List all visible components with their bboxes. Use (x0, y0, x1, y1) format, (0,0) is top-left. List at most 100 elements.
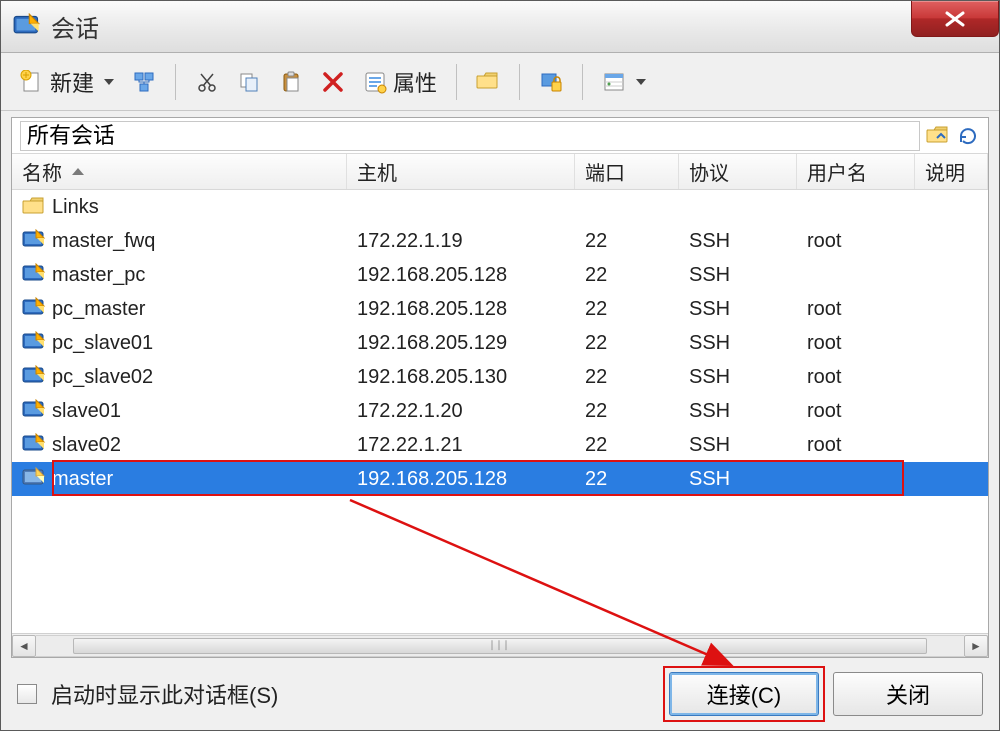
dropdown-icon (104, 79, 114, 85)
separator (456, 64, 457, 100)
list-view-icon (602, 70, 626, 94)
session-name: master (52, 468, 113, 491)
session-row[interactable]: pc_slave02 192.168.205.130 22 SSH root (12, 360, 988, 394)
separator (582, 64, 583, 100)
sessions-dialog: 会话 新建 (0, 0, 1000, 731)
session-port: 22 (575, 434, 679, 457)
app-icon (13, 13, 41, 41)
window-title: 会话 (51, 9, 99, 44)
col-header-user[interactable]: 用户名 (797, 154, 915, 189)
session-host: 192.168.205.128 (347, 298, 575, 321)
scroll-track[interactable]: ∣∣∣ (36, 635, 964, 657)
separator (519, 64, 520, 100)
session-icon (22, 297, 46, 321)
tree-button[interactable] (125, 62, 163, 102)
col-header-desc[interactable]: 说明 (915, 154, 988, 189)
session-host: 192.168.205.130 (347, 366, 575, 389)
window-close-button[interactable] (911, 1, 999, 37)
new-icon (20, 70, 44, 94)
path-bar: 所有会话 (12, 118, 988, 154)
session-name: pc_slave01 (52, 332, 153, 355)
scroll-left-button[interactable]: ◄ (12, 635, 36, 657)
session-name: slave01 (52, 400, 121, 423)
session-user: root (797, 434, 915, 457)
session-row[interactable]: master 192.168.205.128 22 SSH (12, 462, 988, 496)
session-icon (22, 331, 46, 355)
session-row[interactable]: pc_master 192.168.205.128 22 SSH root (12, 292, 988, 326)
view-mode-button[interactable] (595, 62, 653, 102)
new-button[interactable]: 新建 (13, 62, 121, 102)
delete-icon (321, 70, 345, 94)
session-list-panel: 所有会话 名称 主机 端口 协议 用户名 说明 (11, 117, 989, 658)
scroll-thumb[interactable]: ∣∣∣ (73, 638, 927, 654)
session-icon (22, 433, 46, 457)
session-icon (22, 365, 46, 389)
session-row[interactable]: master_pc 192.168.205.128 22 SSH (12, 258, 988, 292)
session-port: 22 (575, 468, 679, 491)
session-proto: SSH (679, 264, 797, 287)
cut-button[interactable] (188, 62, 226, 102)
session-proto: SSH (679, 434, 797, 457)
refresh-icon (956, 124, 980, 148)
dropdown-icon (636, 79, 646, 85)
toolbar: 新建 (1, 53, 999, 111)
show-on-startup-checkbox[interactable] (17, 684, 37, 704)
folder-button[interactable] (469, 62, 507, 102)
session-host: 192.168.205.128 (347, 264, 575, 287)
close-icon (943, 10, 967, 28)
folder-icon (476, 70, 500, 94)
session-user: root (797, 230, 915, 253)
list-body[interactable]: Links master_fwq 172.22.1.19 22 SSH root… (12, 190, 988, 633)
sort-asc-icon (72, 168, 84, 175)
properties-button[interactable]: 属性 (356, 62, 444, 102)
path-input[interactable]: 所有会话 (20, 121, 920, 151)
session-proto: SSH (679, 400, 797, 423)
horizontal-scrollbar[interactable]: ◄ ∣∣∣ ► (12, 633, 988, 657)
col-header-port[interactable]: 端口 (575, 154, 679, 189)
session-proto: SSH (679, 332, 797, 355)
session-name: master_fwq (52, 230, 155, 253)
close-button[interactable]: 关闭 (833, 672, 983, 716)
session-name: pc_slave02 (52, 366, 153, 389)
paste-icon (279, 70, 303, 94)
up-folder-button[interactable] (926, 124, 950, 148)
lock-view-button[interactable] (532, 62, 570, 102)
session-row[interactable]: pc_slave01 192.168.205.129 22 SSH root (12, 326, 988, 360)
session-icon (22, 229, 46, 253)
tree-icon (132, 70, 156, 94)
session-row[interactable]: slave01 172.22.1.20 22 SSH root (12, 394, 988, 428)
session-user: root (797, 366, 915, 389)
session-user: root (797, 400, 915, 423)
copy-icon (237, 70, 261, 94)
folder-row[interactable]: Links (12, 190, 988, 224)
session-icon (22, 399, 46, 423)
session-port: 22 (575, 366, 679, 389)
separator (175, 64, 176, 100)
col-header-name[interactable]: 名称 (12, 154, 347, 189)
properties-icon (363, 70, 387, 94)
titlebar[interactable]: 会话 (1, 1, 999, 53)
dialog-footer: 启动时显示此对话框(S) 连接(C) 关闭 (1, 658, 999, 730)
session-icon (22, 263, 46, 287)
paste-button[interactable] (272, 62, 310, 102)
session-port: 22 (575, 298, 679, 321)
scroll-right-button[interactable]: ► (964, 635, 988, 657)
delete-button[interactable] (314, 62, 352, 102)
session-host: 172.22.1.20 (347, 400, 575, 423)
session-row[interactable]: slave02 172.22.1.21 22 SSH root (12, 428, 988, 462)
session-host: 192.168.205.128 (347, 468, 575, 491)
col-header-host[interactable]: 主机 (347, 154, 575, 189)
session-name: pc_master (52, 298, 145, 321)
session-proto: SSH (679, 230, 797, 253)
copy-button[interactable] (230, 62, 268, 102)
session-name: master_pc (52, 264, 145, 287)
session-row[interactable]: master_fwq 172.22.1.19 22 SSH root (12, 224, 988, 258)
connect-button[interactable]: 连接(C) (669, 672, 819, 716)
show-on-startup-label: 启动时显示此对话框(S) (51, 678, 278, 710)
session-user: root (797, 332, 915, 355)
session-port: 22 (575, 264, 679, 287)
session-port: 22 (575, 332, 679, 355)
up-folder-icon (926, 124, 950, 148)
refresh-button[interactable] (956, 124, 980, 148)
col-header-proto[interactable]: 协议 (679, 154, 797, 189)
